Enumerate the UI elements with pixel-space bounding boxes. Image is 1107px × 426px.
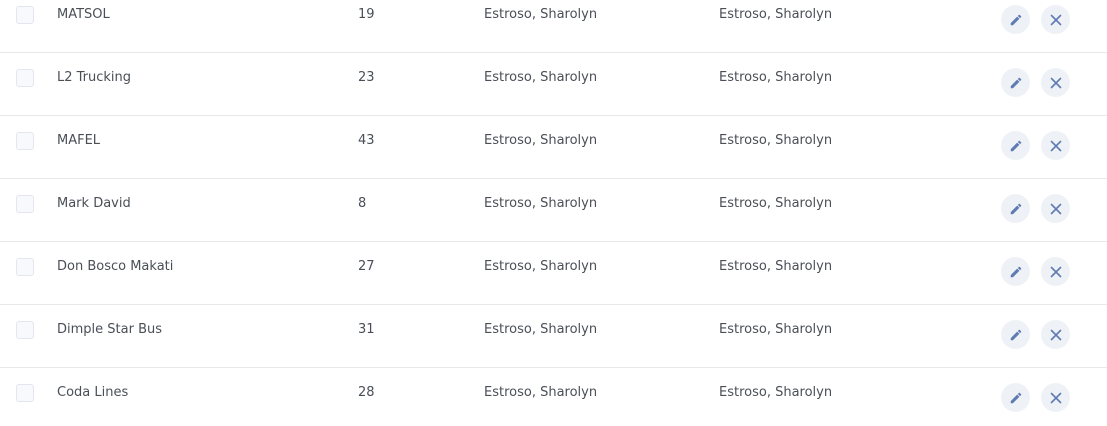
row-checkbox[interactable] <box>16 69 34 87</box>
edit-button[interactable] <box>1001 257 1030 286</box>
close-icon <box>1050 392 1061 403</box>
row-count: 19 <box>358 7 375 22</box>
delete-button[interactable] <box>1041 5 1070 34</box>
close-icon <box>1050 266 1061 277</box>
row-updated-by: Estroso, Sharolyn <box>719 70 833 85</box>
table-row[interactable]: L2 Trucking 23 Estroso, Sharolyn Estroso, S… <box>0 53 1107 116</box>
close-icon <box>1050 140 1061 151</box>
row-name: MATSOL <box>57 7 110 22</box>
row-count: 8 <box>358 196 367 211</box>
close-icon <box>1050 329 1061 340</box>
row-updated-by: Estroso, Sharolyn <box>719 7 833 22</box>
pencil-icon <box>1010 77 1021 88</box>
row-created-by: Estroso, Sharolyn <box>484 196 598 211</box>
pencil-icon <box>1010 266 1021 277</box>
edit-button[interactable] <box>1001 194 1030 223</box>
row-count: 28 <box>358 385 375 400</box>
edit-button[interactable] <box>1001 68 1030 97</box>
row-name: Coda Lines <box>57 385 129 400</box>
row-created-by: Estroso, Sharolyn <box>484 259 598 274</box>
table-row[interactable]: MATSOL 19 Estroso, Sharolyn Estroso, Sharol… <box>0 0 1107 53</box>
pencil-icon <box>1010 14 1021 25</box>
row-count: 23 <box>358 70 375 85</box>
row-updated-by: Estroso, Sharolyn <box>719 133 833 148</box>
row-name: Don Bosco Makati <box>57 259 174 274</box>
row-checkbox[interactable] <box>16 132 34 150</box>
row-checkbox[interactable] <box>16 384 34 402</box>
row-created-by: Estroso, Sharolyn <box>484 7 598 22</box>
row-updated-by: Estroso, Sharolyn <box>719 196 833 211</box>
edit-button[interactable] <box>1001 320 1030 349</box>
row-count: 27 <box>358 259 375 274</box>
table-row[interactable]: Don Bosco Makati 27 Estroso, Sharolyn Estro… <box>0 242 1107 305</box>
row-count: 43 <box>358 133 375 148</box>
table-row[interactable]: Dimple Star Bus 31 Estroso, Sharolyn Estros… <box>0 305 1107 368</box>
row-checkbox[interactable] <box>16 321 34 339</box>
close-icon <box>1050 14 1061 25</box>
row-updated-by: Estroso, Sharolyn <box>719 322 833 337</box>
edit-button[interactable] <box>1001 383 1030 412</box>
edit-button[interactable] <box>1001 131 1030 160</box>
row-name: Mark David <box>57 196 131 211</box>
pencil-icon <box>1010 392 1021 403</box>
table-row[interactable]: Coda Lines 28 Estroso, Sharolyn Estroso, Sh… <box>0 368 1107 426</box>
pencil-icon <box>1010 203 1021 214</box>
row-created-by: Estroso, Sharolyn <box>484 133 598 148</box>
delete-button[interactable] <box>1041 257 1070 286</box>
table-row[interactable]: Mark David 8 Estroso, Sharolyn Estroso, Sha… <box>0 179 1107 242</box>
pencil-icon <box>1010 140 1021 151</box>
row-checkbox[interactable] <box>16 195 34 213</box>
edit-button[interactable] <box>1001 5 1030 34</box>
delete-button[interactable] <box>1041 383 1070 412</box>
row-name: L2 Trucking <box>57 70 132 85</box>
row-created-by: Estroso, Sharolyn <box>484 385 598 400</box>
close-icon <box>1050 77 1061 88</box>
row-count: 31 <box>358 322 375 337</box>
row-created-by: Estroso, Sharolyn <box>484 322 598 337</box>
pencil-icon <box>1010 329 1021 340</box>
row-updated-by: Estroso, Sharolyn <box>719 259 833 274</box>
table-row[interactable]: MAFEL 43 Estroso, Sharolyn Estroso, Sharoly… <box>0 116 1107 179</box>
delete-button[interactable] <box>1041 320 1070 349</box>
row-name: Dimple Star Bus <box>57 322 163 337</box>
delete-button[interactable] <box>1041 68 1070 97</box>
row-checkbox[interactable] <box>16 258 34 276</box>
delete-button[interactable] <box>1041 194 1070 223</box>
row-name: MAFEL <box>57 133 101 148</box>
row-updated-by: Estroso, Sharolyn <box>719 385 833 400</box>
delete-button[interactable] <box>1041 131 1070 160</box>
row-checkbox[interactable] <box>16 6 34 24</box>
close-icon <box>1050 203 1061 214</box>
row-created-by: Estroso, Sharolyn <box>484 70 598 85</box>
